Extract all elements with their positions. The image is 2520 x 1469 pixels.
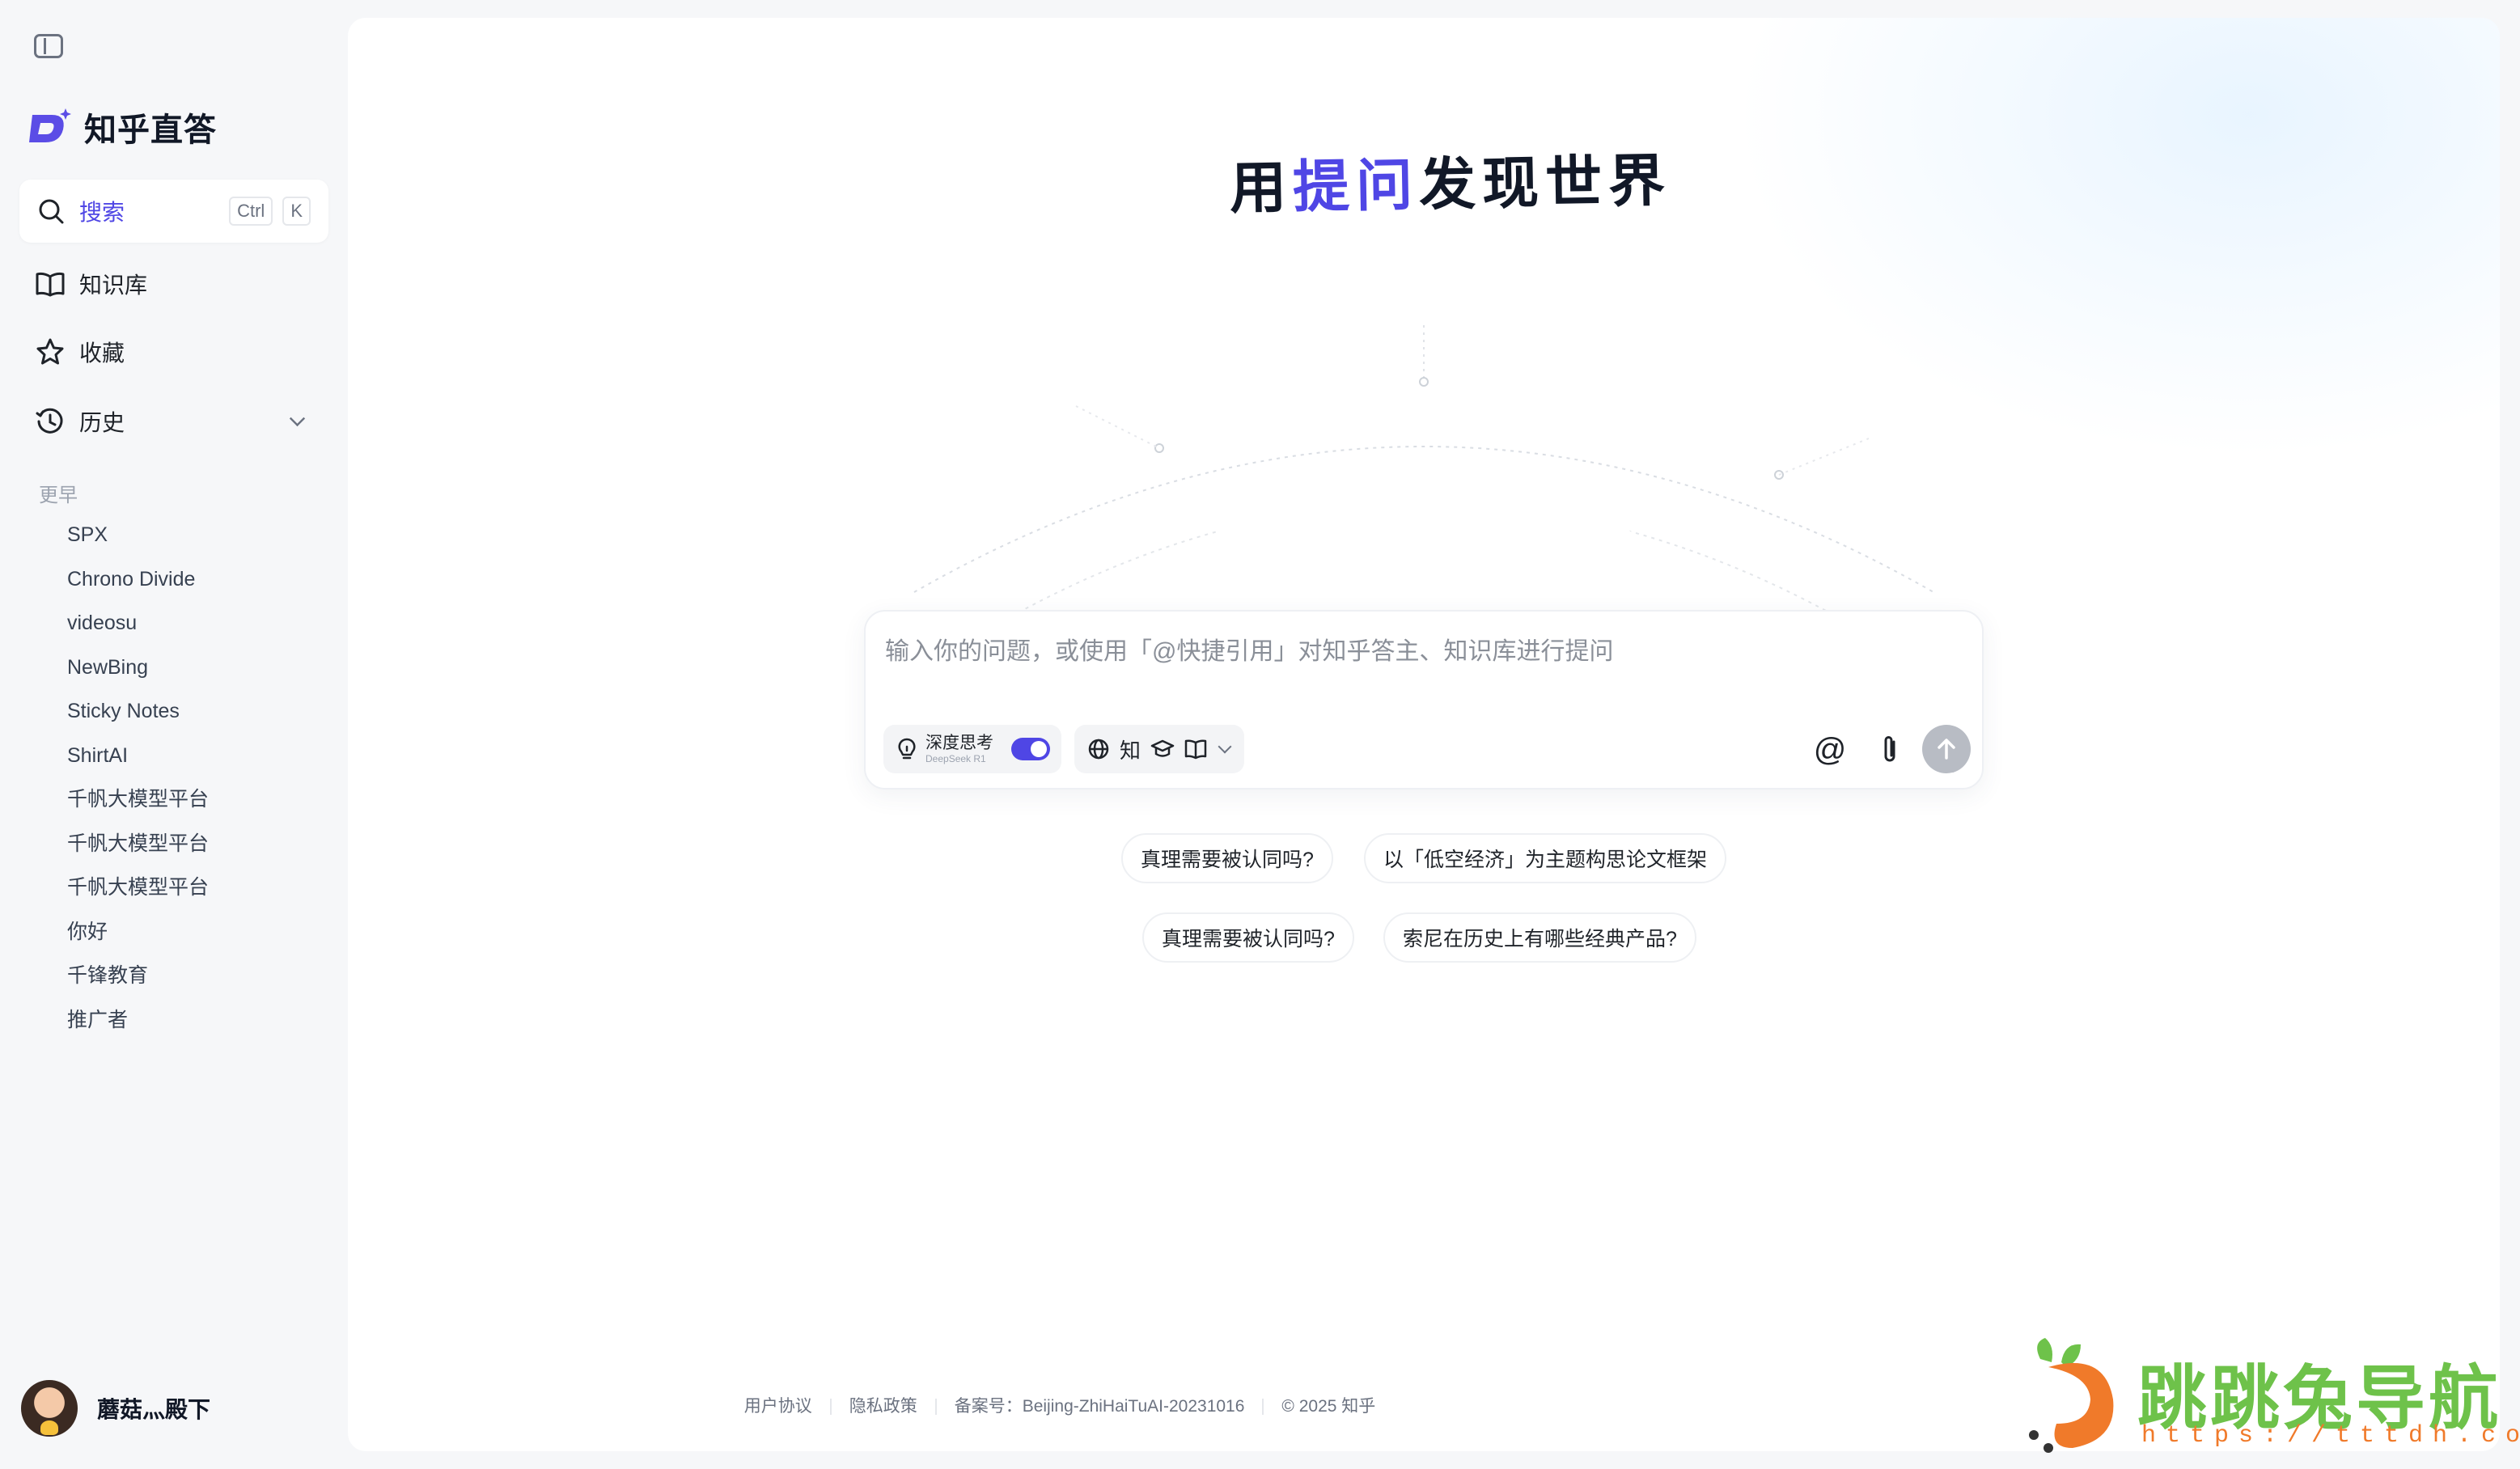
deep-think-toggle[interactable]: 深度思考 DeepSeek R1 xyxy=(883,725,1061,773)
history-item[interactable]: 千帆大模型平台 xyxy=(67,827,209,871)
zhihu-source-label: 知 xyxy=(1120,738,1141,763)
deep-think-switch[interactable] xyxy=(1011,738,1050,760)
suggestion-chip[interactable]: 索尼在历史上有哪些经典产品? xyxy=(1383,912,1696,963)
send-button[interactable] xyxy=(1922,725,1971,773)
search-icon xyxy=(39,199,64,224)
source-selector[interactable]: 知 xyxy=(1074,725,1244,773)
sidebar-item-label: 历史 xyxy=(79,410,125,435)
history-item[interactable]: 千帆大模型平台 xyxy=(67,782,209,827)
history-list: SPX Chrono Divide videosu NewBing Sticky… xyxy=(67,518,209,1047)
brand-name: 知乎直答 xyxy=(84,112,217,148)
paperclip-icon xyxy=(1884,736,1895,762)
globe-decoration xyxy=(913,325,1934,633)
main-panel: 用提问发现世界 深度思考 DeepSeek R1 知 xyxy=(348,18,2500,1451)
suggestion-chip[interactable]: 以「低空经济」为主题构思论文框架 xyxy=(1364,833,1727,883)
history-item[interactable]: Chrono Divide xyxy=(67,562,209,607)
history-icon xyxy=(36,408,63,434)
sidebar-item-label: 收藏 xyxy=(79,341,125,366)
chevron-down-icon[interactable] xyxy=(289,410,306,426)
arrow-up-icon xyxy=(1938,739,1955,760)
footer: 用户协议 隐私政策 备案号：Beijing-ZhiHaiTuAI-20231016 ©… xyxy=(348,1393,1772,1417)
history-item[interactable]: 千帆大模型平台 xyxy=(67,870,209,915)
user-name: 蘑菇灬殿下 xyxy=(97,1397,211,1422)
star-icon xyxy=(36,338,64,365)
question-input-box: 深度思考 DeepSeek R1 知 @ xyxy=(864,610,1984,790)
logo-mark-icon xyxy=(29,108,71,142)
mention-button[interactable]: @ xyxy=(1809,729,1851,771)
book-icon xyxy=(36,272,65,297)
history-item[interactable]: ShirtAI xyxy=(67,739,209,783)
footer-copyright: © 2025 知乎 xyxy=(1281,1397,1376,1416)
sidebar-item-favorites[interactable]: 收藏 xyxy=(19,322,328,382)
hero-title-part: 用 xyxy=(1229,155,1294,220)
deep-think-title: 深度思考 xyxy=(925,734,993,752)
watermark: 跳跳兔导航 https://tttdh.com xyxy=(2016,1335,2520,1456)
history-item[interactable]: 千锋教育 xyxy=(67,959,209,1003)
footer-privacy-link[interactable]: 隐私政策 xyxy=(849,1397,917,1416)
watermark-url: https://tttdh.com xyxy=(2141,1422,2520,1450)
shortcut-k: K xyxy=(282,197,311,226)
bulb-icon xyxy=(898,738,916,760)
shortcut-ctrl: Ctrl xyxy=(229,197,273,226)
sidebar-toggle-icon[interactable] xyxy=(34,34,63,58)
rabbit-logo-icon xyxy=(2029,1338,2114,1453)
hero-title: 用提问发现世界 xyxy=(1229,135,1672,225)
hero-title-part: 发现世界 xyxy=(1418,149,1672,217)
deep-think-label: 深度思考 DeepSeek R1 xyxy=(925,734,993,764)
suggestion-chip[interactable]: 真理需要被认同吗? xyxy=(1142,912,1354,963)
attach-button[interactable] xyxy=(1869,729,1911,771)
sidebar-item-label: 知识库 xyxy=(79,273,148,298)
history-item[interactable]: SPX xyxy=(67,518,209,562)
chevron-down-icon xyxy=(1218,739,1232,754)
history-item[interactable]: 你好 xyxy=(67,915,209,959)
history-item[interactable]: videosu xyxy=(67,606,209,650)
hero-title-accent: 提问 xyxy=(1292,153,1420,219)
brand-logo[interactable]: 知乎直答 xyxy=(28,104,217,150)
sidebar-item-history[interactable]: 历史 xyxy=(19,392,328,451)
suggestion-chip[interactable]: 真理需要被认同吗? xyxy=(1121,833,1333,883)
sidebar-item-knowledge-base[interactable]: 知识库 xyxy=(19,254,328,314)
search-label: 搜索 xyxy=(79,200,125,225)
book-icon xyxy=(1184,739,1207,760)
history-section-title: 更早 xyxy=(39,485,78,506)
history-item[interactable]: 推广者 xyxy=(67,1003,209,1048)
deep-think-model: DeepSeek R1 xyxy=(925,753,986,764)
avatar[interactable] xyxy=(21,1380,78,1437)
user-profile[interactable]: 蘑菇灬殿下 xyxy=(21,1380,210,1437)
footer-icp[interactable]: 备案号：Beijing-ZhiHaiTuAI-20231016 xyxy=(955,1397,1245,1416)
question-input[interactable] xyxy=(883,629,1938,689)
globe-icon xyxy=(1088,739,1109,760)
history-item[interactable]: NewBing xyxy=(67,650,209,695)
footer-agreement-link[interactable]: 用户协议 xyxy=(744,1397,812,1416)
history-item[interactable]: Sticky Notes xyxy=(67,694,209,739)
search-button[interactable]: 搜索 Ctrl K xyxy=(19,180,328,243)
graduation-cap-icon xyxy=(1150,739,1175,757)
sidebar: 知乎直答 搜索 Ctrl K 知识库 收藏 历史 更早 SPX Chrono D… xyxy=(0,0,348,1469)
